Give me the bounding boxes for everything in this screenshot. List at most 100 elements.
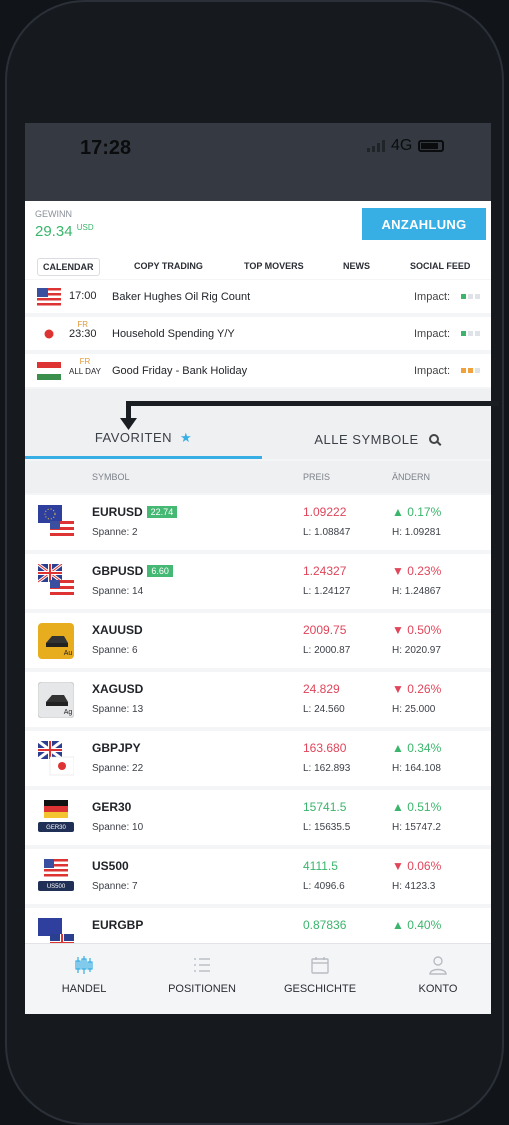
tab-favorites[interactable]: FAVORITEN ★ bbox=[25, 419, 262, 459]
symbol-high: H: 25.000 bbox=[392, 704, 436, 715]
triangle-up-icon: ▲ bbox=[392, 741, 404, 755]
symbol-high: H: 15747.2 bbox=[392, 822, 441, 833]
symbol-spread: Spanne: 10 bbox=[92, 822, 144, 833]
profit-currency: USD bbox=[76, 223, 94, 232]
nav-positionen-label: POSITIONEN bbox=[168, 983, 236, 995]
symbol-spread: Spanne: 13 bbox=[92, 704, 144, 715]
person-icon bbox=[429, 956, 447, 975]
account-bar: GEWINN 29.34 USD ANZAHLUNG bbox=[25, 201, 491, 253]
signal-icon bbox=[367, 140, 385, 152]
nav-geschichte[interactable]: GESCHICHTE bbox=[265, 954, 375, 995]
symbol-spread: Spanne: 7 bbox=[92, 881, 138, 892]
impact-indicator bbox=[461, 368, 480, 373]
nav-positionen[interactable]: POSITIONEN bbox=[147, 954, 257, 995]
symbol-price: 2009.75 bbox=[303, 623, 347, 637]
symbol-high: H: 1.09281 bbox=[392, 527, 441, 538]
deposit-button[interactable]: ANZAHLUNG bbox=[362, 208, 486, 240]
us-flag-icon: US500 bbox=[38, 859, 74, 891]
tab-news[interactable]: NEWS bbox=[338, 258, 375, 274]
symbol-change: ▲ 0.40% bbox=[392, 918, 442, 932]
annotation-arrowhead-icon bbox=[120, 418, 137, 430]
triangle-up-icon: ▲ bbox=[392, 918, 404, 932]
symbol-spread: Spanne: 14 bbox=[92, 586, 144, 597]
symbol-change: ▼ 0.23% bbox=[392, 564, 442, 578]
symbol-low: L: 2000.87 bbox=[303, 645, 351, 656]
nav-konto-label: KONTO bbox=[418, 983, 458, 995]
gold-bar-icon: Au bbox=[38, 623, 74, 659]
event-title: Household Spending Y/Y bbox=[112, 327, 235, 340]
tab-calendar[interactable]: CALENDAR bbox=[37, 258, 100, 276]
network-label: 4G bbox=[391, 137, 413, 154]
status-time: 17:28 bbox=[80, 137, 132, 159]
symbol-price: 15741.5 bbox=[303, 800, 347, 814]
symbol-row-ger30[interactable]: GER30 GER30 Spanne: 10 15741.5 L: 15635.… bbox=[25, 790, 491, 845]
calendar-event[interactable]: FR 23:30 Household Spending Y/Y Impact: bbox=[25, 317, 491, 350]
profit-amount: 29.34 bbox=[35, 223, 73, 240]
symbol-name: US500 bbox=[92, 859, 129, 873]
tab-all-symbols[interactable]: ALLE SYMBOLE bbox=[262, 419, 491, 459]
list-icon bbox=[194, 958, 210, 972]
nav-handel-label: HANDEL bbox=[61, 983, 107, 995]
symbol-price: 0.87836 bbox=[303, 918, 347, 932]
eu-us-flag-icon bbox=[38, 505, 74, 539]
symbol-price: 4111.5 bbox=[303, 859, 338, 873]
nav-konto[interactable]: KONTO bbox=[383, 954, 491, 995]
column-price: PREIS bbox=[303, 472, 331, 482]
symbol-row-eurusd[interactable]: EURUSD 22.74 Spanne: 2 1.09222 L: 1.0884… bbox=[25, 495, 491, 550]
bottom-nav: HANDEL POSITIONEN GESCHICHTE KONTO bbox=[25, 943, 491, 1014]
tab-copy-trading[interactable]: COPY TRADING bbox=[129, 258, 208, 274]
impact-label: Impact: bbox=[414, 364, 451, 377]
us-flag-icon bbox=[37, 287, 61, 306]
symbol-row-us500[interactable]: US500 US500 Spanne: 7 4111.5 L: 4096.6 ▼… bbox=[25, 849, 491, 904]
svg-text:GER30: GER30 bbox=[46, 825, 66, 831]
search-icon bbox=[428, 434, 439, 444]
symbol-change: ▼ 0.50% bbox=[392, 623, 442, 637]
symbol-name: XAGUSD bbox=[92, 682, 144, 696]
tab-top-movers[interactable]: TOP MOVERS bbox=[239, 258, 309, 274]
column-change: ÄNDERN bbox=[392, 472, 431, 482]
triangle-down-icon: ▼ bbox=[392, 859, 404, 873]
svg-text:Au: Au bbox=[64, 650, 73, 657]
calendar-event[interactable]: FR ALL DAY Good Friday - Bank Holiday Im… bbox=[25, 354, 491, 387]
symbol-change: ▲ 0.34% bbox=[392, 741, 442, 755]
symbol-high: H: 164.108 bbox=[392, 763, 441, 774]
symbol-tabs: FAVORITEN ★ ALLE SYMBOLE bbox=[25, 419, 491, 459]
triangle-up-icon: ▲ bbox=[392, 505, 404, 519]
tab-social-feed[interactable]: SOCIAL FEED bbox=[405, 258, 475, 274]
silver-bar-icon: Ag bbox=[38, 682, 74, 718]
profit-value: 29.34 USD bbox=[35, 223, 94, 240]
symbol-row-gbpusd[interactable]: GBPUSD 6.60 Spanne: 14 1.24327 L: 1.2412… bbox=[25, 554, 491, 609]
symbol-name: EURUSD 22.74 bbox=[92, 505, 178, 519]
japan-flag-icon bbox=[37, 324, 61, 343]
symbol-row-gbpjpy[interactable]: GBPJPY Spanne: 22 163.680 L: 162.893 ▲ 0… bbox=[25, 731, 491, 786]
symbol-badge: 22.74 bbox=[146, 506, 178, 518]
event-time: FR 23:30 bbox=[69, 320, 97, 340]
symbol-name: GBPUSD 6.60 bbox=[92, 564, 173, 578]
symbol-change: ▲ 0.51% bbox=[392, 800, 442, 814]
impact-label: Impact: bbox=[414, 290, 451, 303]
triangle-down-icon: ▼ bbox=[392, 623, 404, 637]
impact-label: Impact: bbox=[414, 327, 451, 340]
profit-label: GEWINN bbox=[35, 209, 72, 219]
annotation-arrow-line bbox=[128, 401, 499, 406]
calendar-event[interactable]: 17:00 Baker Hughes Oil Rig Count Impact: bbox=[25, 280, 491, 313]
symbol-low: L: 4096.6 bbox=[303, 881, 345, 892]
symbol-change: ▼ 0.06% bbox=[392, 859, 442, 873]
symbol-price: 1.24327 bbox=[303, 564, 347, 578]
calendar-icon bbox=[311, 957, 329, 974]
nav-handel[interactable]: HANDEL bbox=[29, 954, 139, 995]
symbol-row-xagusd[interactable]: Ag XAGUSD Spanne: 13 24.829 L: 24.560 ▼ … bbox=[25, 672, 491, 727]
symbol-row-xauusd[interactable]: Au XAUUSD Spanne: 6 2009.75 L: 2000.87 ▼… bbox=[25, 613, 491, 668]
triangle-up-icon: ▲ bbox=[392, 800, 404, 814]
star-icon: ★ bbox=[180, 429, 193, 445]
symbol-name: GER30 bbox=[92, 800, 132, 814]
symbol-spread: Spanne: 6 bbox=[92, 645, 138, 656]
candlestick-icon bbox=[75, 956, 93, 974]
nav-geschichte-label: GESCHICHTE bbox=[283, 983, 357, 995]
symbol-price: 24.829 bbox=[303, 682, 340, 696]
symbol-high: H: 4123.3 bbox=[392, 881, 436, 892]
event-title: Baker Hughes Oil Rig Count bbox=[112, 290, 251, 303]
column-headers: SYMBOL PREIS ÄNDERN bbox=[25, 461, 491, 493]
triangle-down-icon: ▼ bbox=[392, 564, 404, 578]
symbol-badge: 6.60 bbox=[147, 565, 173, 577]
